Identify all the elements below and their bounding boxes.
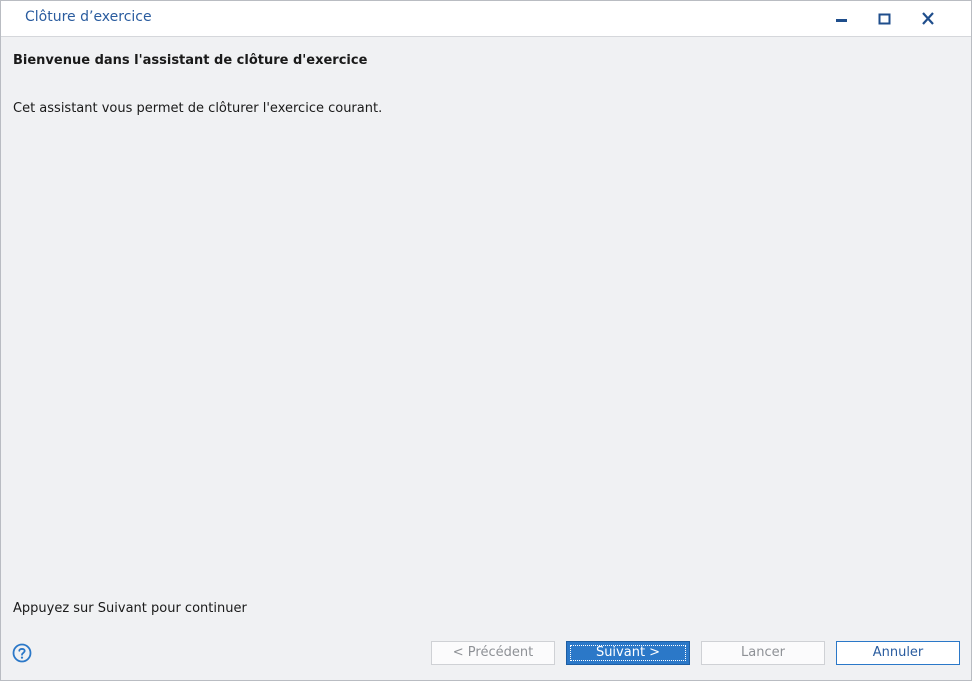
wizard-content: Bienvenue dans l'assistant de clôture d'… <box>1 37 971 680</box>
cancel-button[interactable]: Annuler <box>836 641 960 665</box>
minimize-icon <box>836 19 847 22</box>
title-bar[interactable]: Clôture d’exercice <box>1 1 971 37</box>
next-button[interactable]: Suivant > <box>566 641 690 665</box>
close-icon <box>922 12 934 25</box>
window-title: Clôture d’exercice <box>25 9 152 25</box>
minimize-button[interactable] <box>821 1 863 36</box>
wizard-window: Clôture d’exercice Bienvenue dans l'assi… <box>0 0 972 681</box>
close-button[interactable] <box>907 1 949 36</box>
help-button[interactable] <box>12 643 32 663</box>
wizard-description: Cet assistant vous permet de clôturer l'… <box>13 101 383 116</box>
launch-button[interactable]: Lancer <box>701 641 825 665</box>
previous-button[interactable]: < Précédent <box>431 641 555 665</box>
focus-ring <box>570 645 686 661</box>
wizard-heading: Bienvenue dans l'assistant de clôture d'… <box>13 53 368 68</box>
help-icon <box>12 643 32 663</box>
maximize-button[interactable] <box>864 1 906 36</box>
maximize-icon <box>878 13 891 25</box>
continue-hint: Appuyez sur Suivant pour continuer <box>13 601 247 616</box>
